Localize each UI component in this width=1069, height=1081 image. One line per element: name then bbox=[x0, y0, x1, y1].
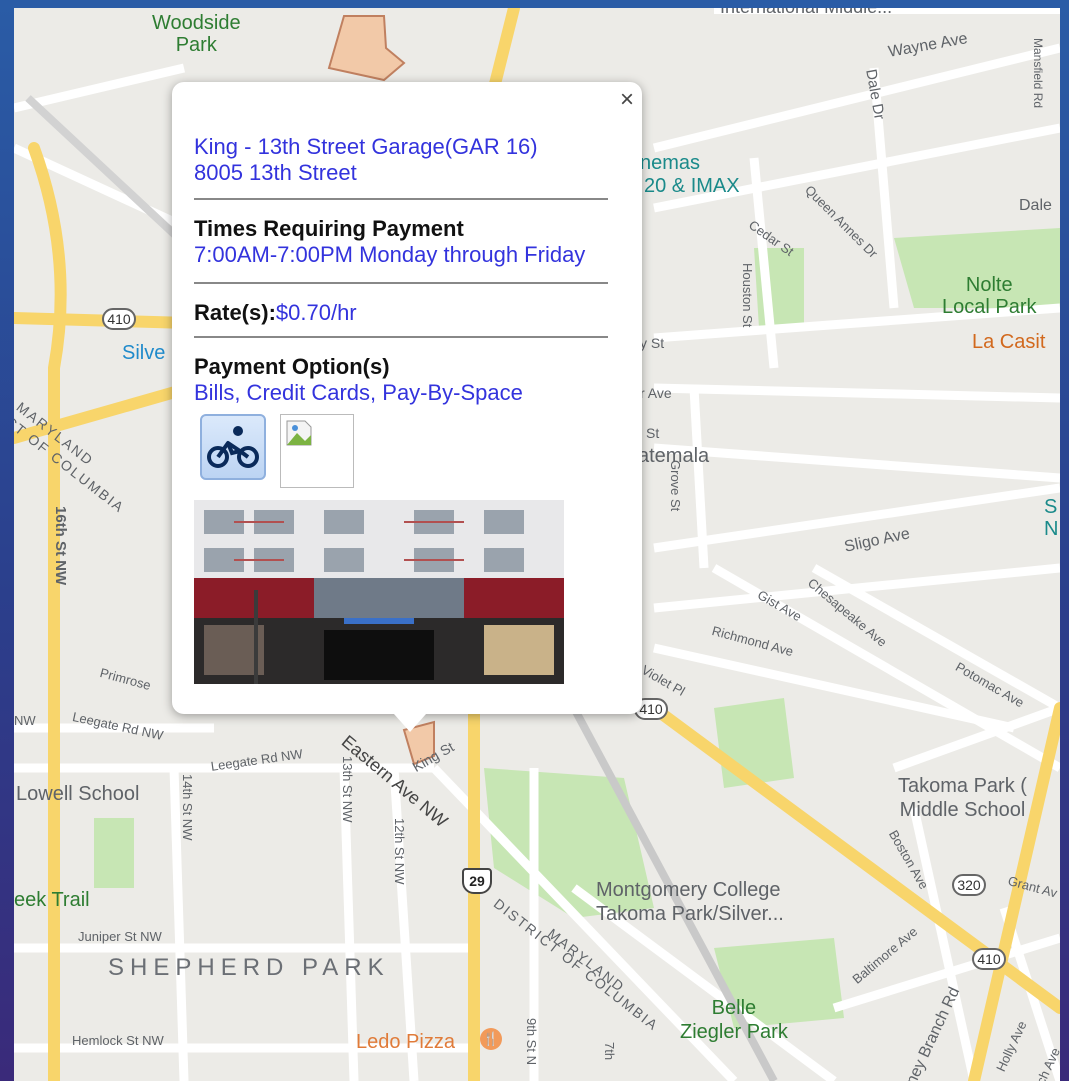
route-410-shield: 410 bbox=[972, 948, 1006, 970]
close-button[interactable]: × bbox=[620, 88, 634, 112]
garage-name[interactable]: King - 13th Street Garage(GAR 16) bbox=[194, 134, 538, 160]
divider bbox=[194, 198, 608, 200]
grove-st-label: Grove St bbox=[668, 460, 683, 512]
divider bbox=[194, 282, 608, 284]
bike-icon[interactable] bbox=[200, 414, 266, 480]
juniper-st-label: Juniper St NW bbox=[78, 929, 162, 944]
restaurant-icon[interactable]: 🍴 bbox=[480, 1028, 502, 1050]
y-st-label: y St bbox=[640, 335, 665, 351]
ledo-pizza-label: Ledo Pizza bbox=[356, 1031, 455, 1053]
nolte-park-label: Nolte Local Park bbox=[942, 274, 1037, 318]
rates-value: $0.70/hr bbox=[275, 300, 357, 325]
international-middle-label: International Middle... bbox=[720, 8, 892, 16]
rates-heading: Rate(s): bbox=[194, 300, 276, 325]
hemlock-st-label: Hemlock St NW bbox=[72, 1033, 164, 1048]
silver-label: Silve bbox=[122, 342, 166, 364]
garage-address: 8005 13th Street bbox=[194, 160, 357, 185]
nw-label: NW bbox=[14, 713, 36, 728]
ninth-st-label: 9th St N bbox=[524, 1018, 539, 1065]
route-410-shield: 410 bbox=[102, 308, 136, 330]
sixteenth-st-label: 16th St NW bbox=[52, 506, 69, 586]
parking-info-popup: × King - 13th Street Garage(GAR 16) 8005… bbox=[172, 82, 642, 732]
belle-ziegler-park-label: Belle Ziegler Park bbox=[680, 997, 788, 1043]
times-value: 7:00AM-7:00PM Monday through Friday bbox=[194, 242, 586, 267]
seventh-st-label: 7th bbox=[602, 1042, 617, 1061]
times-heading: Times Requiring Payment bbox=[194, 216, 464, 241]
takoma-park-ms-label: Takoma Park ( Middle School bbox=[898, 775, 1027, 821]
rates-row: Rate(s):$0.70/hr bbox=[194, 300, 357, 326]
payment-heading: Payment Option(s) bbox=[194, 354, 390, 379]
creek-trail-label: eek Trail bbox=[14, 889, 90, 911]
twelfth-st-label: 12th St NW bbox=[392, 818, 407, 885]
thirteenth-st-label: 13th St NW bbox=[340, 756, 355, 823]
cinemas-label: nemas bbox=[640, 152, 701, 174]
r-ave-label: r Ave bbox=[640, 385, 672, 401]
woodside-park-label: Woodside Park bbox=[152, 12, 241, 56]
route-320-shield: 320 bbox=[952, 874, 986, 896]
broken-image-icon bbox=[280, 414, 354, 488]
us-29-shield: 29 bbox=[462, 868, 492, 894]
houston-st-label: Houston St bbox=[740, 263, 755, 328]
la-casita-label: La Casit bbox=[972, 331, 1046, 353]
shepherd-park-label: SHEPHERD PARK bbox=[108, 954, 390, 981]
payment-value: Bills, Credit Cards, Pay-By-Space bbox=[194, 380, 523, 405]
imax-label: 20 & IMAX bbox=[644, 175, 740, 197]
s-n-label: S N bbox=[1044, 496, 1059, 540]
st-label: St bbox=[646, 425, 660, 441]
mansfield-rd-label: Mansfield Rd bbox=[1031, 38, 1045, 109]
parcel-shape bbox=[327, 15, 406, 82]
lowell-school-label: Lowell School bbox=[16, 783, 140, 805]
fourteenth-st-label: 14th St NW bbox=[180, 774, 195, 841]
divider bbox=[194, 336, 608, 338]
garage-photo bbox=[194, 500, 564, 684]
dale-label: Dale bbox=[1019, 197, 1052, 214]
park-area bbox=[94, 818, 134, 888]
montgomery-college-label: Montgomery College Takoma Park/Silver... bbox=[596, 879, 784, 925]
